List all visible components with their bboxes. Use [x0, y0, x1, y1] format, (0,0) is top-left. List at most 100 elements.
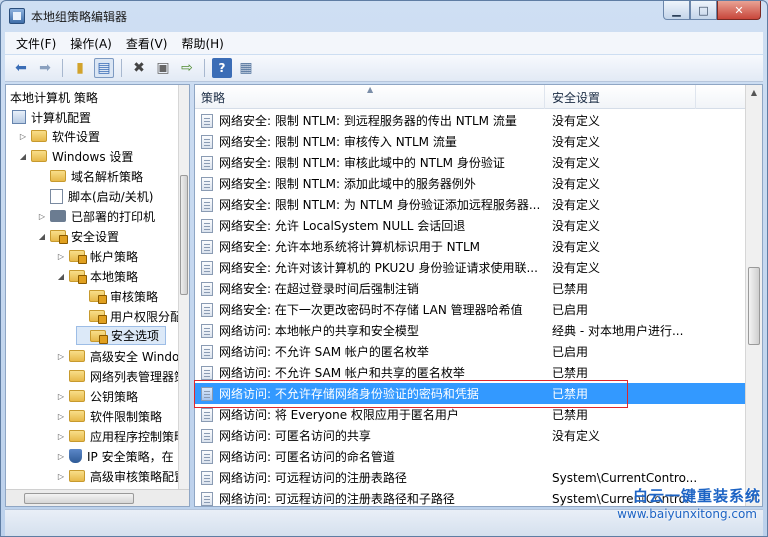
- scroll-thumb[interactable]: [748, 267, 760, 345]
- menu-file[interactable]: 文件(F): [9, 35, 63, 52]
- tree-item-label: 脚本(启动/关机): [68, 189, 154, 204]
- expand-arrow-icon[interactable]: ▷: [18, 132, 28, 141]
- policy-name: 网络安全: 限制 NTLM: 审核传入 NTLM 流量: [219, 135, 457, 149]
- properties-icon[interactable]: ▣: [153, 58, 173, 78]
- watermark-title: 白云一键重装系统: [632, 487, 761, 505]
- tree-item-selected[interactable]: 安全选项: [76, 326, 167, 345]
- table-row[interactable]: 网络安全: 允许本地系统将计算机标识用于 NTLM 没有定义: [195, 236, 746, 257]
- folder-icon: [69, 350, 85, 362]
- forward-icon[interactable]: ➡: [35, 58, 55, 78]
- scroll-up-arrow-icon[interactable]: ▲: [746, 85, 762, 101]
- tree-item-label: 审核策略: [110, 289, 159, 304]
- expand-arrow-icon[interactable]: ▷: [37, 212, 47, 221]
- help-icon[interactable]: ?: [212, 58, 232, 78]
- table-row[interactable]: 网络安全: 允许 LocalSystem NULL 会话回退 没有定义: [195, 215, 746, 236]
- collapse-arrow-icon[interactable]: ◢: [37, 232, 47, 241]
- expand-arrow-icon[interactable]: ▷: [56, 352, 66, 361]
- tree-item[interactable]: ▷ 帐户策略: [56, 246, 138, 266]
- menu-view[interactable]: 查看(V): [119, 35, 175, 52]
- tree-item[interactable]: 计算机配置: [12, 107, 91, 127]
- table-row[interactable]: 网络访问: 可匿名访问的命名管道: [195, 446, 746, 467]
- table-row[interactable]: 网络访问: 可匿名访问的共享 没有定义: [195, 425, 746, 446]
- console-tree[interactable]: 本地计算机 策略 计算机配置 ▷ 软件设置 ◢ Windows 设置 域名解析策…: [5, 84, 190, 507]
- tree-item[interactable]: ▷ 已部署的打印机: [37, 206, 155, 226]
- policy-setting: 没有定义: [552, 219, 601, 233]
- tree-item[interactable]: 用户权限分配: [76, 306, 182, 326]
- table-row[interactable]: 网络安全: 限制 NTLM: 审核此域中的 NTLM 身份验证 没有定义: [195, 152, 746, 173]
- table-row[interactable]: 网络安全: 限制 NTLM: 添加此域中的服务器例外 没有定义: [195, 173, 746, 194]
- table-row[interactable]: 网络安全: 限制 NTLM: 审核传入 NTLM 流量 没有定义: [195, 131, 746, 152]
- close-button[interactable]: ✕: [717, 1, 761, 20]
- table-row[interactable]: 网络访问: 不允许 SAM 帐户的匿名枚举 已启用: [195, 341, 746, 362]
- table-row[interactable]: 网络安全: 在超过登录时间后强制注销 已禁用: [195, 278, 746, 299]
- list-vertical-scrollbar[interactable]: ▲ ▼: [745, 85, 762, 506]
- policy-name: 网络安全: 限制 NTLM: 添加此域中的服务器例外: [219, 177, 476, 191]
- column-header-setting[interactable]: 安全设置: [546, 85, 696, 109]
- menu-help[interactable]: 帮助(H): [174, 35, 230, 52]
- tree-item[interactable]: ▷ IP 安全策略，在: [56, 446, 174, 466]
- table-row[interactable]: 网络访问: 将 Everyone 权限应用于匿名用户 已禁用: [195, 404, 746, 425]
- column-header-policy[interactable]: 策略: [195, 85, 545, 109]
- tree-item[interactable]: ▷ 软件限制策略: [56, 406, 162, 426]
- tree-item[interactable]: ◢ Windows 设置: [18, 146, 133, 166]
- folder-icon: [69, 370, 85, 382]
- view-icon[interactable]: ▦: [236, 58, 256, 78]
- tree-item[interactable]: 域名解析策略: [37, 166, 143, 186]
- main-window: 本地组策略编辑器 ▁ □ ✕ 文件(F) 操作(A) 查看(V) 帮助(H) ⬅…: [0, 0, 768, 537]
- table-row[interactable]: 网络访问: 本地帐户的共享和安全模型 经典 - 对本地用户进行...: [195, 320, 746, 341]
- table-row[interactable]: 网络安全: 限制 NTLM: 为 NTLM 身份验证添加远程服务器... 没有定义: [195, 194, 746, 215]
- tree-item[interactable]: ◢ 安全设置: [37, 226, 119, 246]
- tree-item-label: 软件限制策略: [90, 409, 163, 424]
- tree-item[interactable]: 本地计算机 策略: [10, 87, 98, 107]
- tree-item[interactable]: 网络列表管理器策略: [56, 366, 189, 386]
- up-folder-icon[interactable]: ▮: [70, 58, 90, 78]
- scroll-thumb[interactable]: [180, 175, 188, 295]
- policy-icon: [201, 449, 213, 464]
- tree-item[interactable]: ▷ 高级安全 Windows: [56, 346, 189, 366]
- ip-security-icon: [69, 449, 82, 463]
- tree-item[interactable]: ▷ 软件设置: [18, 126, 100, 146]
- minimize-button[interactable]: ▁: [663, 1, 690, 20]
- tree-item[interactable]: ▷ 高级审核策略配置: [56, 466, 186, 486]
- table-row[interactable]: 网络安全: 在下一次更改密码时不存储 LAN 管理器哈希值 已启用: [195, 299, 746, 320]
- policy-setting: 没有定义: [552, 240, 601, 254]
- export-icon[interactable]: ⇨: [177, 58, 197, 78]
- expand-arrow-icon[interactable]: ▷: [56, 452, 66, 461]
- tree-vertical-scrollbar[interactable]: [178, 85, 189, 490]
- collapse-arrow-icon[interactable]: ◢: [56, 272, 66, 281]
- tree-horizontal-scrollbar[interactable]: [6, 489, 189, 506]
- back-icon[interactable]: ⬅: [11, 58, 31, 78]
- table-row-selected[interactable]: 网络访问: 不允许存储网络身份验证的密码和凭据 已禁用: [195, 383, 746, 404]
- policy-setting: 没有定义: [552, 156, 601, 170]
- tree-item[interactable]: 审核策略: [76, 286, 158, 306]
- delete-icon[interactable]: ✖: [129, 58, 149, 78]
- tree-item-label: Windows 设置: [52, 149, 134, 164]
- policy-icon: [201, 470, 213, 485]
- tree-item-label: 用户权限分配: [110, 309, 183, 324]
- tree-item[interactable]: ▷ 应用程序控制策略: [56, 426, 186, 446]
- menu-action[interactable]: 操作(A): [63, 35, 119, 52]
- expand-arrow-icon[interactable]: ▷: [56, 472, 66, 481]
- expand-arrow-icon[interactable]: ▷: [56, 412, 66, 421]
- tree-item[interactable]: 脚本(启动/关机): [37, 186, 153, 206]
- show-hide-tree-icon[interactable]: ▤: [94, 58, 114, 78]
- policy-name: 网络访问: 不允许 SAM 帐户和共享的匿名枚举: [219, 366, 465, 380]
- maximize-button[interactable]: □: [690, 1, 717, 20]
- policy-name: 网络访问: 不允许 SAM 帐户的匿名枚举: [219, 345, 429, 359]
- table-row[interactable]: 网络安全: 限制 NTLM: 到远程服务器的传出 NTLM 流量 没有定义: [195, 110, 746, 131]
- expand-arrow-icon[interactable]: ▷: [56, 432, 66, 441]
- policy-icon: [201, 155, 213, 170]
- policy-name: 网络访问: 可远程访问的注册表路径: [219, 471, 407, 485]
- scroll-thumb[interactable]: [24, 493, 134, 504]
- tree-item[interactable]: ▷ 公钥策略: [56, 386, 138, 406]
- policy-name: 网络访问: 可远程访问的注册表路径和子路径: [219, 492, 455, 506]
- title-bar[interactable]: 本地组策略编辑器 ▁ □ ✕: [1, 1, 767, 31]
- expand-arrow-icon[interactable]: ▷: [56, 252, 66, 261]
- table-row[interactable]: 网络访问: 不允许 SAM 帐户和共享的匿名枚举 已禁用: [195, 362, 746, 383]
- table-row[interactable]: 网络安全: 允许对该计算机的 PKU2U 身份验证请求使用联... 没有定义: [195, 257, 746, 278]
- tree-item-label: 公钥策略: [90, 389, 139, 404]
- policy-list[interactable]: ▲ 策略 安全设置 网络安全: 限制 NTLM: 到远程服务器的传出 NTLM …: [194, 84, 763, 507]
- collapse-arrow-icon[interactable]: ◢: [18, 152, 28, 161]
- expand-arrow-icon[interactable]: ▷: [56, 392, 66, 401]
- tree-item[interactable]: ◢ 本地策略: [56, 266, 138, 286]
